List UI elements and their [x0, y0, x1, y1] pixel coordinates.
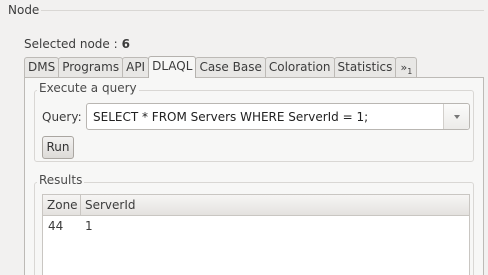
tab-bar: DMS Programs API DLAQL Case Base Colorat… [24, 56, 418, 78]
table-cell-zone: 44 [48, 219, 64, 233]
overflow-count: 1 [407, 67, 413, 77]
tab-statistics[interactable]: Statistics [333, 57, 397, 78]
run-button[interactable]: Run [42, 136, 74, 159]
table-row[interactable]: 44 1 [43, 216, 469, 236]
execute-query-group-label: Execute a query [37, 81, 139, 95]
tab-dms[interactable]: DMS [24, 57, 60, 78]
query-input[interactable]: SELECT * FROM Servers WHERE ServerId = 1… [87, 110, 443, 124]
results-table[interactable]: Zone ServerId 44 1 [42, 194, 470, 275]
table-cell-serverid: 1 [85, 219, 93, 233]
query-combobox[interactable]: SELECT * FROM Servers WHERE ServerId = 1… [86, 103, 470, 130]
node-group-label: Node [6, 3, 42, 17]
selected-node-label: Selected node : [24, 37, 118, 51]
results-table-header: Zone ServerId [43, 195, 469, 216]
column-header-zone[interactable]: Zone [43, 195, 80, 215]
tab-coloration[interactable]: Coloration [264, 57, 335, 78]
results-group-label: Results [37, 173, 85, 187]
selected-node-value: 6 [121, 37, 130, 51]
tab-api[interactable]: API [122, 57, 150, 78]
query-label: Query: [42, 110, 82, 124]
selected-node-row: Selected node :6 [24, 37, 130, 51]
query-dropdown-button[interactable] [443, 104, 469, 129]
tab-case-base[interactable]: Case Base [195, 57, 266, 78]
chevron-down-icon [453, 114, 460, 119]
tab-overflow-button[interactable]: »1 [395, 57, 418, 78]
tab-dlaql[interactable]: DLAQL [148, 56, 197, 78]
column-header-serverid[interactable]: ServerId [80, 195, 469, 215]
tab-programs[interactable]: Programs [58, 57, 124, 78]
